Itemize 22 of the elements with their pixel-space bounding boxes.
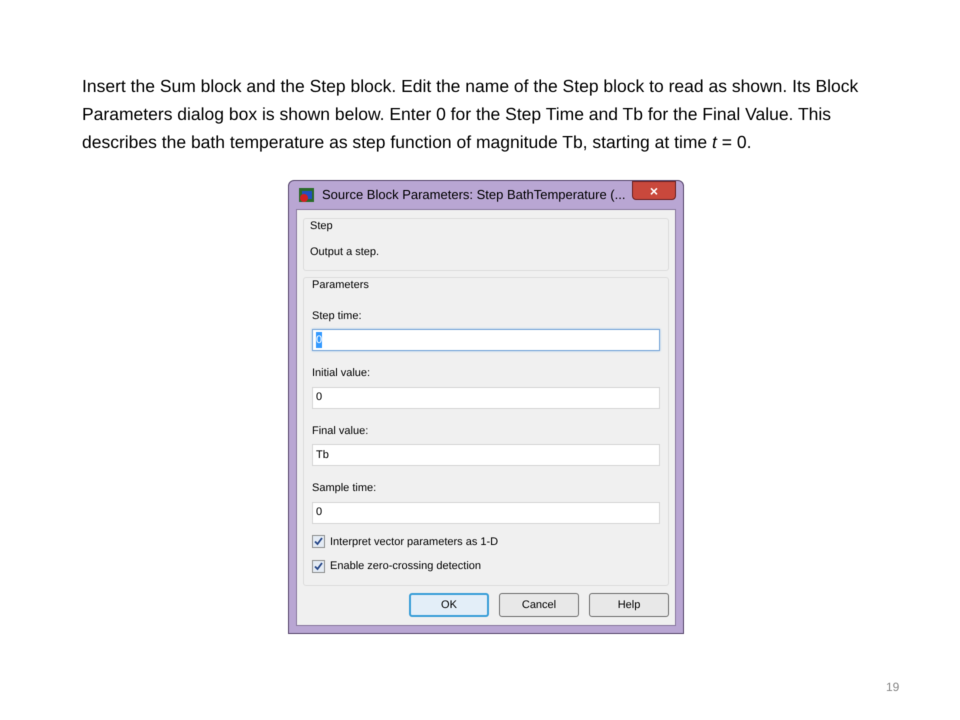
input-field[interactable]: Tb xyxy=(312,444,660,466)
checkbox[interactable] xyxy=(312,560,325,573)
group-title: Parameters xyxy=(312,278,369,293)
page-number: 19 xyxy=(886,679,900,696)
dialog-button[interactable]: OK xyxy=(409,593,489,617)
input-field[interactable]: 0 xyxy=(312,502,660,524)
window-title: Source Block Parameters: Step BathTemperature (... xyxy=(322,186,626,204)
group-title: Step xyxy=(310,219,333,234)
dialog-button[interactable]: Help xyxy=(589,593,669,617)
checkbox[interactable] xyxy=(312,535,325,548)
field-label: Sample time: xyxy=(312,481,376,496)
app-icon xyxy=(298,186,316,204)
field-label: Initial value: xyxy=(312,366,370,381)
checkbox-label: Interpret vector parameters as 1-D xyxy=(330,534,498,550)
input-field[interactable]: 0 xyxy=(312,386,660,408)
checkbox-label: Enable zero-crossing detection xyxy=(330,559,482,574)
description-text: Output a step. xyxy=(310,244,380,260)
instruction-paragraph: Insert the Sum block and the Step block. Edit the name of the Step block to read as shown. Its Block Parameters dialog box is shown below. Enter 0 for the Step Time and Tb for the Final Value. This describes the bath temperature as step function of magnitude Tb, starting at time t = 0. xyxy=(82,75,860,154)
field-label: Final value: xyxy=(312,424,368,438)
dialog-button[interactable]: Cancel xyxy=(499,593,579,617)
close-button[interactable]: × xyxy=(632,181,676,200)
field-label: Step time: xyxy=(312,308,362,324)
